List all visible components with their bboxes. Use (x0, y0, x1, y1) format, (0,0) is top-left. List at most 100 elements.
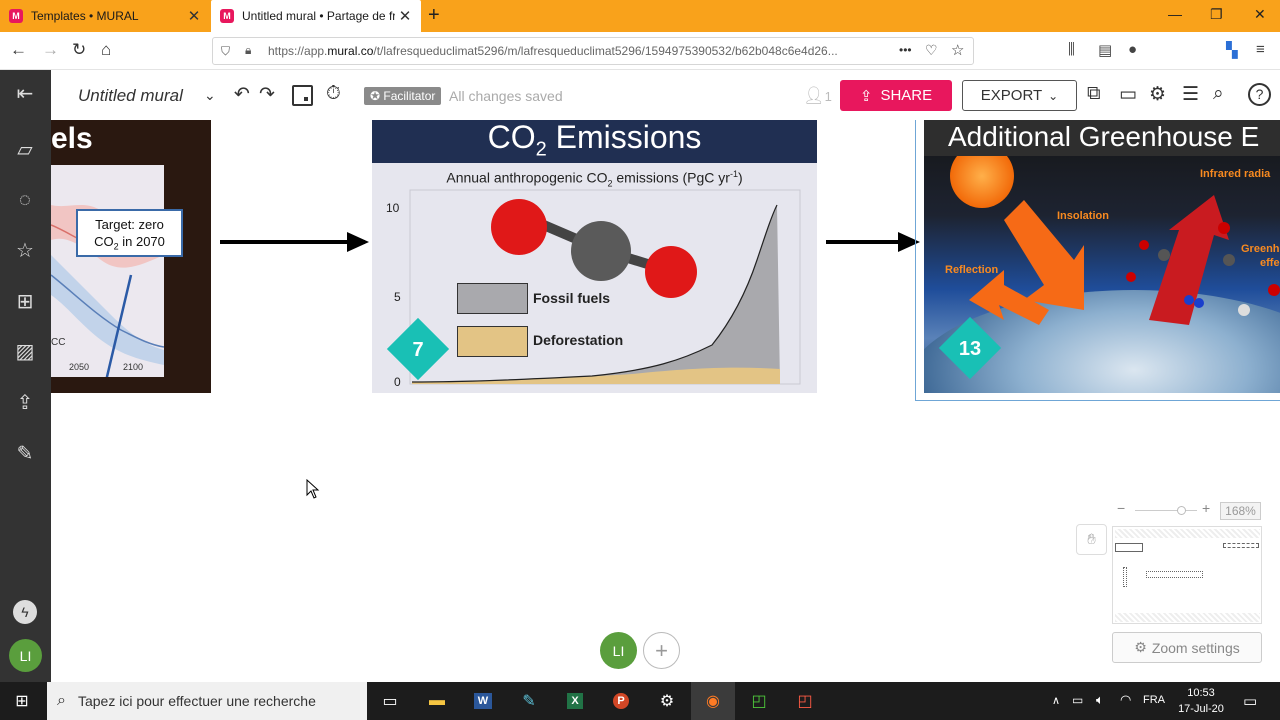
activity-icon[interactable]: ⚙ (1149, 83, 1166, 106)
left-toolbar: ⇤ ▱ ◌ ☆ ⊞ ▨ ⇪ ✎ ϟ LI (0, 70, 51, 682)
x-tick-2050: 2050 (69, 362, 90, 372)
recorder-icon[interactable]: ◰ (783, 682, 827, 720)
exit-icon[interactable]: ⇤ (13, 82, 37, 106)
url-bar[interactable]: ⛉ 🔒︎ https://app.mural.co/t/lafresqueduc… (212, 37, 974, 65)
bookmark-star-icon[interactable]: ☆ (951, 41, 964, 59)
page-actions-icon[interactable]: ••• (899, 43, 912, 57)
url-text[interactable]: https://app.mural.co/t/lafresqueduclimat… (268, 44, 890, 58)
shield-icon[interactable]: ⛉ (221, 44, 230, 59)
firefox-icon[interactable]: ◉ (691, 682, 735, 720)
menu-icon[interactable]: ≡ (1256, 41, 1265, 58)
label-reflection: Reflection (945, 264, 999, 276)
upload-icon[interactable]: ⇪ (13, 391, 37, 415)
back-icon[interactable]: ← (10, 40, 27, 60)
zoom-settings-button[interactable]: ⚙ Zoom settings (1112, 632, 1262, 663)
notepad-icon[interactable]: ✎ (507, 682, 551, 720)
sidebar-icon[interactable]: ▤ (1098, 41, 1112, 59)
notifications-icon[interactable]: ▭ (1243, 692, 1257, 710)
add-collaborator-button[interactable]: + (643, 632, 680, 669)
powerpoint-icon[interactable]: P (599, 682, 643, 720)
mural-toolbar: Untitled mural ⌄ ↶ ↷ ⏱︎ ✪ Facilitator Al… (51, 70, 1280, 120)
wifi-icon[interactable]: ◠ (1120, 692, 1131, 708)
minimap[interactable] (1112, 526, 1262, 624)
browser-nav-bar: ← → ↻ ⌂ ⛉ 🔒︎ https://app.mural.co/t/lafr… (0, 32, 1280, 90)
library-icon[interactable]: ⫼ (1068, 41, 1075, 58)
chevron-down-icon[interactable]: ⌄ (204, 87, 216, 104)
pocket-icon[interactable]: ♡ (925, 42, 938, 59)
card-number: 13 (958, 338, 982, 360)
file-explorer-icon[interactable]: ▬ (415, 682, 459, 720)
gear-icon: ⚙ (1134, 639, 1147, 655)
zoom-percent[interactable]: 168% (1220, 502, 1261, 520)
export-button[interactable]: EXPORT ⌄ (962, 80, 1077, 111)
zoom-track[interactable] (1135, 510, 1197, 511)
label-infrared: Infrared radia (1200, 168, 1271, 180)
outline-icon[interactable] (292, 85, 313, 106)
word-icon[interactable]: W (461, 682, 505, 720)
reload-icon[interactable]: ↻ (72, 40, 86, 60)
slide-co2-emissions[interactable]: CO2 Emissions Annual anthropogenic CO2 e… (372, 120, 817, 393)
tab-templates[interactable]: M Templates • MURAL ✕ (0, 0, 210, 32)
language-indicator[interactable]: FRA (1143, 694, 1165, 706)
taskbar-search-input[interactable]: ⌕ Tapez ici pour effectuer une recherche (47, 682, 367, 720)
zoom-out-button[interactable]: − (1117, 500, 1125, 516)
extension-puzzle-icon[interactable]: ▚ (1226, 41, 1238, 59)
settings-gear-icon[interactable]: ⚙ (645, 682, 689, 720)
home-icon[interactable]: ⌂ (101, 40, 111, 60)
mural-title[interactable]: Untitled mural (78, 86, 183, 106)
zoom-in-button[interactable]: + (1202, 500, 1210, 516)
camtasia-icon[interactable]: ◰ (737, 682, 781, 720)
windows-taskbar: ⊞ ⌕ Tapez ici pour effectuer une recherc… (0, 682, 1280, 720)
chat-icon[interactable]: ▭ (1119, 83, 1137, 106)
zoom-thumb[interactable] (1177, 506, 1186, 515)
user-icon: 👤︎ (803, 86, 825, 105)
facilitator-button[interactable]: ✪ Facilitator (364, 87, 442, 105)
sticky-note-icon[interactable]: ▱ (13, 138, 37, 162)
hand-tool-icon[interactable]: ✋︎ (1076, 524, 1107, 555)
lock-icon[interactable]: 🔒︎ (245, 43, 251, 58)
share-button[interactable]: ⇪ SHARE (840, 80, 952, 111)
forward-icon[interactable]: → (42, 40, 59, 60)
shapes-icon[interactable]: ◌ (13, 188, 37, 212)
battery-icon[interactable]: ▭ (1072, 693, 1083, 707)
task-view-icon[interactable]: ▭ (368, 682, 412, 720)
user-count[interactable]: 👤︎1 (803, 86, 832, 106)
templates-grid-icon[interactable]: ⊞ (13, 290, 37, 314)
comments-icon[interactable]: ⧉ (1087, 83, 1101, 105)
help-icon[interactable]: ? (1248, 83, 1271, 106)
close-tab-icon[interactable]: ✕ (184, 7, 204, 25)
undo-icon[interactable]: ↶ (234, 83, 250, 106)
star-icon[interactable]: ☆ (13, 239, 37, 263)
excel-icon[interactable]: X (553, 682, 597, 720)
new-tab-button[interactable]: + (428, 4, 440, 27)
maximize-icon[interactable]: ❐ (1210, 6, 1223, 23)
search-icon[interactable]: ⌕ (1213, 83, 1224, 105)
connector-arrow[interactable] (826, 232, 920, 252)
outline-list-icon[interactable]: ☰ (1182, 83, 1199, 106)
show-hidden-icons[interactable]: ∧ (1052, 694, 1060, 707)
connector-arrow[interactable] (220, 232, 369, 252)
close-window-icon[interactable]: ✕ (1254, 6, 1266, 23)
minimize-icon[interactable]: — (1168, 6, 1182, 22)
card-number: 7 (412, 339, 424, 361)
collaborator-avatar[interactable]: LI (600, 632, 637, 669)
mural-canvas[interactable]: els Target: zero CO2 in 2070 CC 2050 210… (51, 120, 1280, 682)
pencil-icon[interactable]: ✎ (13, 442, 37, 466)
avatar[interactable]: LI (9, 639, 42, 672)
close-tab-icon[interactable]: ✕ (395, 7, 415, 25)
slide-greenhouse-effect[interactable]: Additional Greenhouse E Infrared radia I… (924, 120, 1280, 393)
taskbar-clock[interactable]: 10:53 17-Jul-20 (1176, 685, 1226, 717)
windows-start-icon[interactable]: ⊞ (0, 682, 44, 720)
image-icon[interactable]: ▨ (13, 340, 37, 364)
mural-favicon-icon: M (9, 9, 23, 23)
mural-favicon-icon: M (220, 9, 234, 23)
share-icon: ⇪ (859, 87, 873, 105)
redo-icon[interactable]: ↷ (259, 83, 275, 106)
timer-icon[interactable]: ⏱︎ (326, 83, 341, 105)
legend-fossil-fuels: Fossil fuels (533, 290, 611, 306)
volume-icon[interactable]: 🔈︎ (1096, 692, 1104, 708)
account-icon[interactable]: ● (1128, 41, 1137, 58)
slide-emission-models[interactable]: els Target: zero CO2 in 2070 CC 2050 210… (51, 120, 211, 393)
lightning-icon[interactable]: ϟ (13, 600, 37, 624)
tab-untitled-mural[interactable]: M Untitled mural • Partage de fres ✕ (211, 0, 421, 32)
